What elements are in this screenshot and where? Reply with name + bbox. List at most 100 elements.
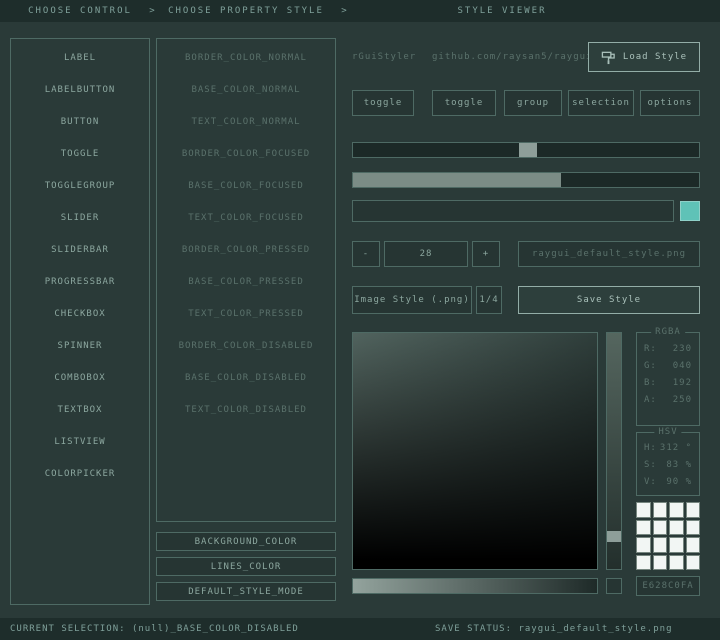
header-arrow-2: > xyxy=(338,0,352,22)
rgba-green-row: G: 040 xyxy=(637,358,699,375)
palette-cell[interactable] xyxy=(653,502,668,518)
slider[interactable] xyxy=(352,142,700,158)
palette-cell[interactable] xyxy=(636,502,651,518)
toggle-button-1[interactable]: toggle xyxy=(352,90,414,116)
toggle-button-group[interactable]: group xyxy=(504,90,562,116)
text-input[interactable] xyxy=(352,200,674,222)
palette-cell[interactable] xyxy=(686,520,701,536)
property-list: BORDER_COLOR_NORMAL BASE_COLOR_NORMAL TE… xyxy=(156,38,336,522)
rgba-red-value: 230 xyxy=(673,341,692,358)
brand-label: rGuiStyler xyxy=(352,52,416,62)
palette-cell[interactable] xyxy=(686,555,701,571)
page-indicator: 1/4 xyxy=(476,286,502,314)
control-item-textbox[interactable]: TEXTBOX xyxy=(11,398,149,423)
repo-link[interactable]: github.com/raysan5/raygui xyxy=(432,52,592,62)
property-item-text-color-focused[interactable]: TEXT_COLOR_FOCUSED xyxy=(157,206,335,231)
control-item-spinner[interactable]: SPINNER xyxy=(11,334,149,359)
rgba-blue-label: B: xyxy=(644,375,657,392)
load-style-button[interactable]: Load Style xyxy=(588,42,700,72)
rgba-blue-row: B: 192 xyxy=(637,375,699,392)
header-choose-property-style: CHOOSE PROPERTY STYLE xyxy=(156,0,336,22)
palette-cell[interactable] xyxy=(636,520,651,536)
header-bar: CHOOSE CONTROL > CHOOSE PROPERTY STYLE >… xyxy=(0,0,720,22)
control-item-combobox[interactable]: COMBOBOX xyxy=(11,366,149,391)
slider-bar[interactable] xyxy=(352,172,700,188)
hsv-value-label: V: xyxy=(644,474,657,491)
property-item-base-color-pressed[interactable]: BASE_COLOR_PRESSED xyxy=(157,270,335,295)
palette-cell[interactable] xyxy=(653,555,668,571)
control-item-progressbar[interactable]: PROGRESSBAR xyxy=(11,270,149,295)
rgba-groupbox: RGBA R: 230 G: 040 B: 192 A: 250 xyxy=(636,332,700,426)
spinner-minus-button[interactable]: - xyxy=(352,241,380,267)
property-item-base-color-disabled[interactable]: BASE_COLOR_DISABLED xyxy=(157,366,335,391)
palette-cell[interactable] xyxy=(669,520,684,536)
checkbox[interactable] xyxy=(680,201,700,221)
rgba-alpha-value: 250 xyxy=(673,392,692,409)
slider-handle[interactable] xyxy=(519,143,537,157)
control-item-togglegroup[interactable]: TOGGLEGROUP xyxy=(11,174,149,199)
hex-color-input[interactable]: E628C0FA xyxy=(636,576,700,596)
property-item-border-color-disabled[interactable]: BORDER_COLOR_DISABLED xyxy=(157,334,335,359)
status-bar: CURRENT SELECTION: (null)_BASE_COLOR_DIS… xyxy=(0,618,720,640)
image-style-button[interactable]: Image Style (.png) xyxy=(352,286,472,314)
palette-cell[interactable] xyxy=(669,537,684,553)
hsv-value-row: V: 90 % xyxy=(637,474,699,491)
palette-cell[interactable] xyxy=(669,502,684,518)
rgba-green-value: 040 xyxy=(673,358,692,375)
control-item-colorpicker[interactable]: COLORPICKER xyxy=(11,462,149,487)
property-item-border-color-pressed[interactable]: BORDER_COLOR_PRESSED xyxy=(157,238,335,263)
rgba-alpha-row: A: 250 xyxy=(637,392,699,409)
hsv-saturation-label: S: xyxy=(644,457,657,474)
palette-cell[interactable] xyxy=(636,555,651,571)
save-style-button[interactable]: Save Style xyxy=(518,286,700,314)
palette-cell[interactable] xyxy=(653,537,668,553)
color-picker-gradient[interactable] xyxy=(352,332,598,570)
spinner-plus-button[interactable]: + xyxy=(472,241,500,267)
palette-cell[interactable] xyxy=(686,502,701,518)
hsv-hue-label: H: xyxy=(644,440,657,457)
palette-cell[interactable] xyxy=(669,555,684,571)
palette-cell[interactable] xyxy=(686,537,701,553)
property-item-base-color-normal[interactable]: BASE_COLOR_NORMAL xyxy=(157,78,335,103)
control-item-toggle[interactable]: TOGGLE xyxy=(11,142,149,167)
paint-roller-icon xyxy=(601,50,616,65)
property-item-border-color-normal[interactable]: BORDER_COLOR_NORMAL xyxy=(157,46,335,71)
rgba-blue-value: 192 xyxy=(673,375,692,392)
rgba-title: RGBA xyxy=(651,327,685,338)
save-status: SAVE STATUS: raygui_default_style.png xyxy=(435,618,672,640)
rgba-red-row: R: 230 xyxy=(637,341,699,358)
control-item-listview[interactable]: LISTVIEW xyxy=(11,430,149,455)
alpha-slider[interactable] xyxy=(352,578,598,594)
control-item-checkbox[interactable]: CHECKBOX xyxy=(11,302,149,327)
background-color-button[interactable]: BACKGROUND_COLOR xyxy=(156,532,336,551)
property-item-text-color-pressed[interactable]: TEXT_COLOR_PRESSED xyxy=(157,302,335,327)
control-item-sliderbar[interactable]: SLIDERBAR xyxy=(11,238,149,263)
property-item-text-color-normal[interactable]: TEXT_COLOR_NORMAL xyxy=(157,110,335,135)
toggle-button-2[interactable]: toggle xyxy=(432,90,496,116)
palette-cell[interactable] xyxy=(636,537,651,553)
hsv-groupbox: HSV H: 312 ° S: 83 % V: 90 % xyxy=(636,432,700,496)
spinner-value[interactable]: 28 xyxy=(384,241,468,267)
lines-color-button[interactable]: LINES_COLOR xyxy=(156,557,336,576)
toggle-button-selection[interactable]: selection xyxy=(568,90,634,116)
hsv-value-value: 90 % xyxy=(666,474,692,491)
hsv-hue-value: 312 ° xyxy=(660,440,692,457)
hsv-title: HSV xyxy=(654,427,681,438)
palette-cell[interactable] xyxy=(653,520,668,536)
default-style-mode-button[interactable]: DEFAULT_STYLE_MODE xyxy=(156,582,336,601)
control-item-labelbutton[interactable]: LABELBUTTON xyxy=(11,78,149,103)
style-filename-input[interactable]: raygui_default_style.png xyxy=(518,241,700,267)
hsv-hue-row: H: 312 ° xyxy=(637,440,699,457)
current-selection-status: CURRENT SELECTION: (null)_BASE_COLOR_DIS… xyxy=(10,618,299,640)
alpha-checkbox[interactable] xyxy=(606,578,622,594)
control-item-button[interactable]: BUTTON xyxy=(11,110,149,135)
hue-slider-handle[interactable] xyxy=(607,531,621,542)
control-item-slider[interactable]: SLIDER xyxy=(11,206,149,231)
control-item-label[interactable]: LABEL xyxy=(11,46,149,71)
toggle-button-options[interactable]: options xyxy=(640,90,700,116)
property-item-text-color-disabled[interactable]: TEXT_COLOR_DISABLED xyxy=(157,398,335,423)
property-item-base-color-focused[interactable]: BASE_COLOR_FOCUSED xyxy=(157,174,335,199)
control-list: LABEL LABELBUTTON BUTTON TOGGLE TOGGLEGR… xyxy=(10,38,150,605)
property-item-border-color-focused[interactable]: BORDER_COLOR_FOCUSED xyxy=(157,142,335,167)
hue-slider[interactable] xyxy=(606,332,622,570)
